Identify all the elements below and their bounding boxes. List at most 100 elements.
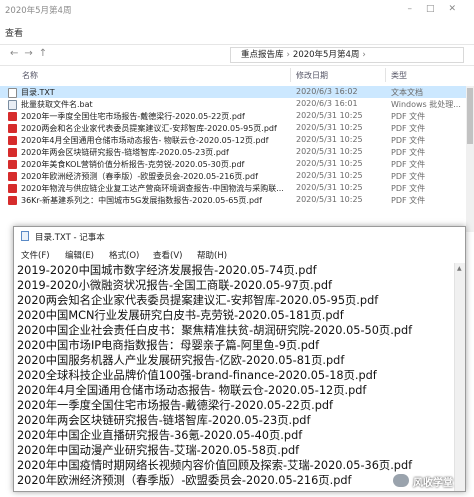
menu-help[interactable]: 帮助(H) xyxy=(197,249,227,261)
menu-file[interactable]: 文件(F) xyxy=(21,249,50,261)
explorer-title: 2020年5月第4周 xyxy=(5,6,72,16)
file-name: 目录.TXT xyxy=(21,88,55,97)
file-date: 2020/5/31 10:25 xyxy=(296,135,363,144)
file-name: 2020年欧洲经济预测（春季版）-欧盟委员会-2020.05-216页.pdf xyxy=(21,172,258,181)
file-name: 36Kr-新基建系列之：中国城市5G发展指数报告-2020.05-65页.pdf xyxy=(21,196,262,205)
text-line: 2020两会知名企业家代表委员提案建议汇-安邦智库-2020.05-95页.pd… xyxy=(17,294,379,307)
breadcrumb-item[interactable]: 2020年5月第4周 xyxy=(293,48,359,62)
file-row[interactable]: 2020年一季度全国住宅市场报告-戴德梁行-2020.05-22页.pdf 20… xyxy=(0,110,474,122)
text-line: 2020年两会区块链研究报告-链塔智库-2020.05-23页.pdf xyxy=(17,414,311,427)
pdf-file-icon xyxy=(8,112,17,121)
notepad-title-bar[interactable]: 目录.TXT - 记事本 xyxy=(14,227,465,245)
column-divider[interactable] xyxy=(385,68,386,82)
text-line: 2020年中国动漫产业研究报告-艾瑞-2020.05-58页.pdf xyxy=(17,444,300,457)
file-type: PDF 文件 xyxy=(391,148,426,157)
pdf-file-icon xyxy=(8,136,17,145)
text-line: 2020年一季度全国住宅市场报告-戴德梁行-2020.05-22页.pdf xyxy=(17,399,334,412)
text-line: 2020年中国企业直播研究报告-36氪-2020.05-40页.pdf xyxy=(17,429,303,442)
file-type: PDF 文件 xyxy=(391,136,426,145)
file-date: 2020/5/31 10:25 xyxy=(296,171,363,180)
notepad-icon xyxy=(21,231,29,241)
text-line: 2020年4月全国通用仓储市场动态报告- 物联云仓-2020.05-12页.pd… xyxy=(17,384,367,397)
watermark: 风收学堂 xyxy=(393,470,468,492)
file-list: 目录.TXT 2020/6/3 16:02 文本文档 批量获取文件名.bat 2… xyxy=(0,86,474,206)
text-line: 2020年中国疫情时期网络长视频内容价值回顾及探索-艾瑞-2020.05-36页… xyxy=(17,459,413,472)
file-row[interactable]: 2020两会和名企业家代表委员提案建议汇-安邦智库-2020.05-95页.pd… xyxy=(0,122,474,134)
ribbon-tab-view[interactable]: 查看 xyxy=(5,26,23,39)
file-name: 2020年两会区块链研究报告-链塔智库-2020.05-23页.pdf xyxy=(21,148,229,157)
file-date: 2020/5/31 10:25 xyxy=(296,111,363,120)
file-name: 批量获取文件名.bat xyxy=(21,100,93,109)
file-row[interactable]: 目录.TXT 2020/6/3 16:02 文本文档 xyxy=(0,86,474,98)
file-date: 2020/5/31 10:25 xyxy=(296,183,363,192)
notepad-text-area[interactable]: 2019-2020中国城市数字经济发展报告-2020.05-74页.pdf 20… xyxy=(14,263,453,491)
file-name: 2020两会和名企业家代表委员提案建议汇-安邦智库-2020.05-95页.pd… xyxy=(21,124,277,133)
file-name: 2020年物流与供应链企业复工达产营商环境调查报告-中国物流与采购联... xyxy=(21,184,283,193)
explorer-scrollbar[interactable] xyxy=(466,86,474,232)
text-line: 2020中国市场IP电商指数报告：母婴亲子篇-阿里鱼-9页.pdf xyxy=(17,339,320,352)
file-date: 2020/5/31 10:25 xyxy=(296,159,363,168)
text-line: 2020中国企业社会责任白皮书：聚焦精准扶贫-胡润研究院-2020.05-50页… xyxy=(17,324,413,337)
file-row[interactable]: 2020年美食KOL营销价值分析报告-克劳锐-2020.05-30页.pdf 2… xyxy=(0,158,474,170)
file-type: 文本文档 xyxy=(391,88,423,97)
column-name[interactable]: 名称 xyxy=(22,70,38,81)
file-row[interactable]: 2020年4月全国通用仓储市场动态报告- 物联云仓-2020.05-12页.pd… xyxy=(0,134,474,146)
file-name: 2020年美食KOL营销价值分析报告-克劳锐-2020.05-30页.pdf xyxy=(21,160,245,169)
file-row[interactable]: 2020年两会区块链研究报告-链塔智库-2020.05-23页.pdf 2020… xyxy=(0,146,474,158)
breadcrumb-separator-icon: › xyxy=(362,50,366,60)
column-type[interactable]: 类型 xyxy=(391,70,407,81)
scrollbar-thumb[interactable] xyxy=(467,88,473,144)
file-row[interactable]: 批量获取文件名.bat 2020/6/3 16:01 Windows 批处理..… xyxy=(0,98,474,110)
scroll-up-icon[interactable]: ▲ xyxy=(457,265,462,272)
pdf-file-icon xyxy=(8,124,17,133)
text-line: 2020中国服务机器人产业发展研究报告-亿欧-2020.05-81页.pdf xyxy=(17,354,345,367)
pdf-file-icon xyxy=(8,172,17,181)
nav-arrows-icon[interactable]: ←→↑ xyxy=(10,48,53,59)
notepad-menu-bar: 文件(F) 编辑(E) 格式(O) 查看(V) 帮助(H) xyxy=(14,248,465,262)
column-divider[interactable] xyxy=(290,68,291,82)
text-line: 2019-2020中国城市数字经济发展报告-2020.05-74页.pdf xyxy=(17,264,317,277)
file-explorer-window: 2020年5月第4周 –□✕ 查看 ←→↑ 重点报告库 › 2020年5月第4周 › … xyxy=(0,0,474,232)
address-row: ←→↑ 重点报告库 › 2020年5月第4周 › xyxy=(0,44,474,66)
file-date: 2020/5/31 10:25 xyxy=(296,195,363,204)
file-type: PDF 文件 xyxy=(391,196,426,205)
file-name: 2020年一季度全国住宅市场报告-戴德梁行-2020.05-22页.pdf xyxy=(21,112,245,121)
column-header: 名称 修改日期 类型 xyxy=(0,68,474,82)
bat-file-icon xyxy=(8,100,17,110)
notepad-window: 目录.TXT - 记事本 文件(F) 编辑(E) 格式(O) 查看(V) 帮助(… xyxy=(13,226,466,492)
file-date: 2020/6/3 16:01 xyxy=(296,99,358,108)
notepad-scrollbar[interactable]: ▲ xyxy=(454,263,465,491)
file-type: PDF 文件 xyxy=(391,184,426,193)
file-date: 2020/5/31 10:25 xyxy=(296,147,363,156)
file-name: 2020年4月全国通用仓储市场动态报告- 物联云仓-2020.05-12页.pd… xyxy=(21,136,269,145)
text-line: 2019-2020小微融资状况报告-全国工商联-2020.05-97页.pdf xyxy=(17,279,332,292)
window-controls[interactable]: –□✕ xyxy=(407,4,470,14)
file-row[interactable]: 2020年欧洲经济预测（春季版）-欧盟委员会-2020.05-216页.pdf … xyxy=(0,170,474,182)
file-type: PDF 文件 xyxy=(391,124,426,133)
file-type: PDF 文件 xyxy=(391,112,426,121)
menu-view[interactable]: 查看(V) xyxy=(153,249,182,261)
explorer-title-bar: 2020年5月第4周 –□✕ xyxy=(0,0,474,22)
breadcrumb-item[interactable]: 重点报告库 xyxy=(241,48,284,62)
file-row[interactable]: 36Kr-新基建系列之：中国城市5G发展指数报告-2020.05-65页.pdf… xyxy=(0,194,474,206)
menu-format[interactable]: 格式(O) xyxy=(109,249,139,261)
text-line: 2020中国MCN行业发展研究白皮书-克劳锐-2020.05-181页.pdf xyxy=(17,309,344,322)
notepad-title: 目录.TXT - 记事本 xyxy=(35,233,105,243)
text-line: 2020全球科技企业品牌价值100强-brand-finance-2020.05… xyxy=(17,369,377,382)
file-date: 2020/6/3 16:02 xyxy=(296,87,358,96)
wechat-icon xyxy=(393,474,409,487)
txt-file-icon xyxy=(8,88,17,98)
pdf-file-icon xyxy=(8,196,17,205)
file-row[interactable]: 2020年物流与供应链企业复工达产营商环境调查报告-中国物流与采购联... 20… xyxy=(0,182,474,194)
file-type: Windows 批处理... xyxy=(391,100,461,109)
file-date: 2020/5/31 10:25 xyxy=(296,123,363,132)
pdf-file-icon xyxy=(8,148,17,157)
text-line: 2020年欧洲经济预测（春季版）-欧盟委员会-2020.05-216页.pdf xyxy=(17,474,352,487)
file-type: PDF 文件 xyxy=(391,160,426,169)
file-type: PDF 文件 xyxy=(391,172,426,181)
pdf-file-icon xyxy=(8,160,17,169)
column-date[interactable]: 修改日期 xyxy=(296,70,328,81)
menu-edit[interactable]: 编辑(E) xyxy=(65,249,94,261)
address-bar[interactable]: 重点报告库 › 2020年5月第4周 › xyxy=(230,47,464,63)
pdf-file-icon xyxy=(8,184,17,193)
